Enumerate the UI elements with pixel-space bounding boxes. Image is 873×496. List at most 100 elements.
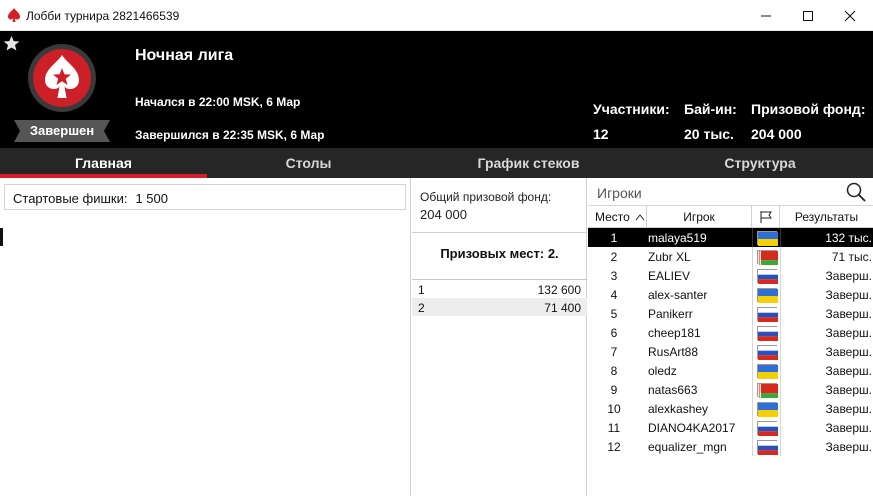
player-row[interactable]: 9 natas663 Заверш. [588, 380, 873, 399]
player-place: 5 [610, 307, 618, 321]
participants-value: 12 [593, 126, 609, 142]
payout-row: 1 132 600 [412, 280, 587, 298]
country-flag-icon [757, 269, 778, 284]
window-title: Лобби турнира 2821466539 [26, 9, 180, 23]
country-flag-icon [757, 421, 778, 436]
player-place: 2 [610, 250, 618, 264]
player-row[interactable]: 12 equalizer_mgn Заверш. [588, 437, 873, 456]
pokerstars-logo [28, 44, 96, 112]
close-button[interactable] [827, 0, 873, 31]
status-badge: Завершен [14, 120, 110, 142]
pokerstars-spade-icon [8, 8, 20, 22]
player-row[interactable]: 6 cheep181 Заверш. [588, 323, 873, 342]
main-info-panel: Стартовые фишки: 1 500 [0, 178, 411, 496]
player-place: 3 [610, 269, 618, 283]
tab-structure[interactable]: Структура [647, 148, 873, 178]
column-results[interactable]: Результаты [780, 206, 873, 228]
tab-bar: Главная Столы График стеков Структура [0, 148, 873, 178]
player-result: Заверш. [825, 402, 872, 416]
player-name: oledz [648, 364, 677, 378]
player-row[interactable]: 5 Panikerr Заверш. [588, 304, 873, 323]
player-place: 6 [610, 326, 618, 340]
country-flag-icon [757, 231, 778, 246]
player-name: Zubr XL [648, 250, 691, 264]
player-row[interactable]: 4 alex-santer Заверш. [588, 285, 873, 304]
player-name: alexkashey [648, 402, 709, 416]
player-result: Заверш. [825, 383, 872, 397]
player-row[interactable]: 1 malaya519 132 тыс. [588, 228, 873, 247]
tab-tables[interactable]: Столы [207, 148, 410, 178]
column-player[interactable]: Игрок [647, 206, 752, 228]
start-time: Начался в 22:00 MSK, 6 Мар [135, 95, 301, 109]
player-result: Заверш. [825, 307, 872, 321]
column-place[interactable]: Место [588, 206, 647, 228]
player-row[interactable]: 2 Zubr XL 71 тыс. [588, 247, 873, 266]
country-flag-icon [757, 364, 778, 379]
country-flag-icon [757, 402, 778, 417]
player-row[interactable]: 3 EALIEV Заверш. [588, 266, 873, 285]
player-place: 11 [607, 421, 621, 435]
maximize-icon [803, 10, 813, 21]
player-place: 9 [610, 383, 618, 397]
payout-amount: 71 400 [544, 301, 581, 315]
player-name: cheep181 [648, 326, 701, 340]
scroll-markers [0, 178, 4, 496]
tournament-header: Завершен Ночная лига Начался в 22:00 MSK… [0, 31, 873, 148]
country-flag-icon [757, 307, 778, 322]
column-country[interactable] [752, 206, 780, 228]
payout-row: 2 71 400 [412, 298, 587, 316]
column-place-label: Место [595, 210, 630, 224]
search-input[interactable]: Игроки [597, 185, 642, 201]
starting-chips-box: Стартовые фишки: 1 500 [4, 184, 406, 210]
player-place: 8 [610, 364, 618, 378]
player-place: 4 [610, 288, 618, 302]
player-place: 1 [610, 231, 618, 245]
country-flag-icon [757, 440, 778, 455]
starting-chips-value: 1 500 [135, 191, 168, 206]
favorite-star-icon[interactable] [3, 35, 20, 52]
player-result: Заверш. [825, 440, 872, 454]
end-time: Завершился в 22:35 MSK, 6 Мар [135, 128, 325, 142]
players-search[interactable]: Игроки [588, 178, 873, 206]
player-row[interactable]: 7 RusArt88 Заверш. [588, 342, 873, 361]
player-result: Заверш. [825, 421, 872, 435]
country-flag-icon [757, 345, 778, 360]
status-label: Завершен [29, 123, 95, 138]
player-name: Panikerr [648, 307, 693, 321]
title-bar: Лобби турнира 2821466539 [0, 0, 873, 31]
payout-place: 2 [418, 301, 425, 315]
player-place: 10 [607, 402, 621, 416]
players-table-header: Место Игрок Результаты [588, 206, 873, 228]
minimize-button[interactable] [743, 0, 789, 31]
tab-stack-chart[interactable]: График стеков [410, 148, 647, 178]
flag-icon [760, 211, 772, 223]
starting-chips-label: Стартовые фишки: [13, 191, 128, 206]
player-result: Заверш. [825, 364, 872, 378]
prize-panel: Общий призовой фонд: 204 000 Призовых ме… [412, 178, 587, 496]
player-result: Заверш. [825, 345, 872, 359]
maximize-button[interactable] [785, 0, 831, 31]
search-icon[interactable] [846, 182, 866, 202]
player-name: equalizer_mgn [648, 440, 727, 454]
paid-places-title: Призовых мест: 2. [440, 246, 559, 261]
player-row[interactable]: 11 DIANO4KA2017 Заверш. [588, 418, 873, 437]
country-flag-icon [757, 250, 778, 265]
sort-up-icon [635, 214, 645, 221]
player-result: Заверш. [825, 288, 872, 302]
payout-amount: 132 600 [537, 283, 581, 297]
total-pool-value: 204 000 [420, 207, 467, 222]
minimize-icon [761, 15, 771, 16]
player-name: alex-santer [648, 288, 708, 302]
buyin-label: Бай-ин: [684, 101, 737, 117]
player-row[interactable]: 8 oledz Заверш. [588, 361, 873, 380]
player-name: EALIEV [648, 269, 691, 283]
tab-main[interactable]: Главная [0, 148, 207, 178]
player-result: Заверш. [825, 269, 872, 283]
divider [412, 232, 587, 233]
buyin-value: 20 тыс. [684, 126, 734, 142]
prize-pool-label: Призовой фонд: [751, 101, 866, 117]
player-name: malaya519 [648, 231, 707, 245]
player-row[interactable]: 10 alexkashey Заверш. [588, 399, 873, 418]
country-flag-icon [757, 326, 778, 341]
player-result: Заверш. [825, 326, 872, 340]
